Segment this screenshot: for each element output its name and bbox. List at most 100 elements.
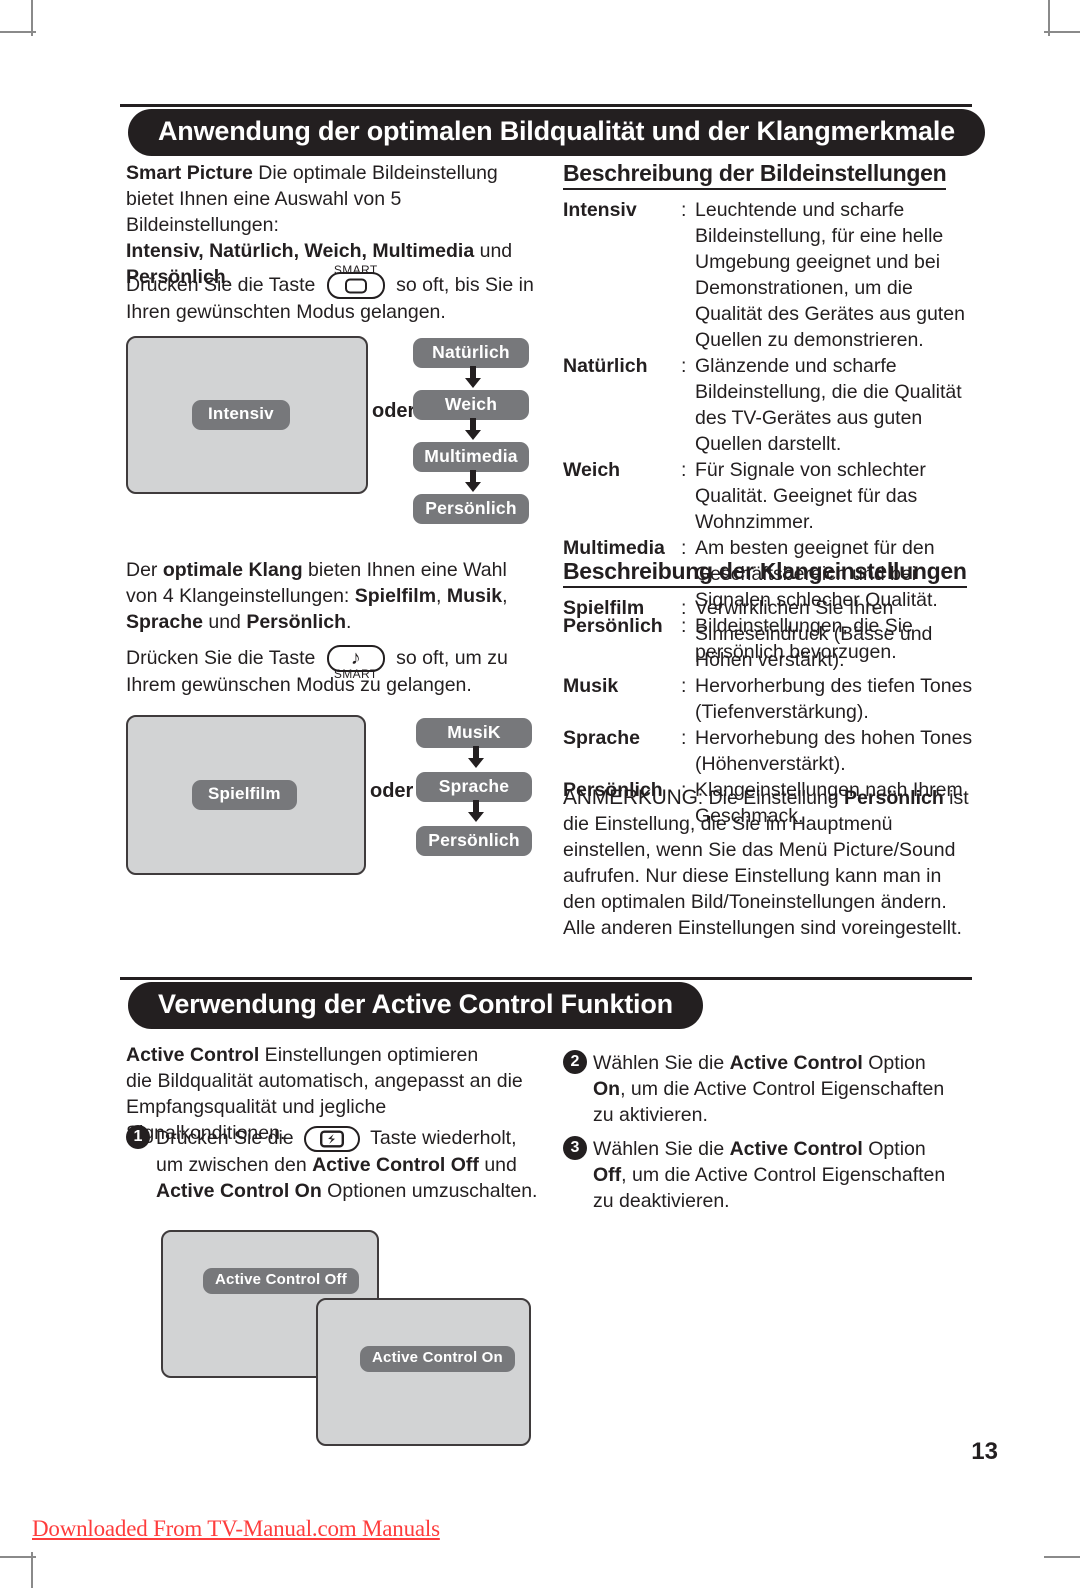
smart-sound-press-instruction: Drücken Sie die Taste ♪ SMART so oft, um… [126,645,546,698]
step1-option-off: Active Control Off [312,1153,479,1176]
smart-sound-key[interactable]: ♪ SMART [326,645,385,681]
active-control-step-1: 1 Drücken Sie die Taste wiederholt, um z… [126,1125,551,1204]
active-control-step-3: 3 Wählen Sie die Active Control Option O… [563,1136,983,1214]
crop-mark-bottom-right-horizontal [1044,1556,1080,1558]
sound-mode-persoenlich: Persönlich [246,611,347,633]
tv-screen-active-control-on: Active Control On [316,1298,531,1446]
step-number-2: 2 [563,1050,587,1074]
sound-intro-line2-a: von 4 Klangeinstellungen: [126,585,355,607]
note-label: ANMERKUNG [563,786,698,809]
osd-badge-active-control-on: Active Control On [360,1346,515,1372]
flow-badge-weich: Weich [413,390,529,421]
step1-l2-a: um zwischen den [156,1153,313,1176]
press-key-text-before: Drücken Sie die Taste [126,274,316,296]
osd-badge-active-control-off: Active Control Off [203,1268,359,1294]
or-label-picture: oder [372,400,416,422]
term-intensiv: Intensiv [563,199,637,221]
desc-spielfilm: Verwirklichen Sie Ihren Sinneseindruck (… [695,597,933,671]
step3-bold: Active Control [729,1138,863,1160]
sound-mode-sprache: Sprache [126,611,203,633]
sound-mode-musik: Musik [446,585,503,607]
definition-row: Intensiv : Leuchtende und scharfe Bildei… [563,197,975,353]
sound-settings-heading: Beschreibung der Klangeinstellungen [563,557,967,588]
term-natuerlich: Natürlich [563,355,648,377]
crop-mark-top-left-horizontal [0,31,36,33]
step2-bold: Active Control [729,1052,863,1074]
colon: : [681,199,687,221]
flow-badge-sprache: Sprache [416,772,532,803]
definition-row: Weich : Für Signale von schlechter Quali… [563,457,975,535]
sound-intro-line3-mid: und [202,611,247,633]
step3-text-b: Option [862,1138,926,1160]
step1-text-b: Taste wiederholt, [370,1127,517,1149]
banner-rule [120,104,972,107]
sound-press-before: Drücken Sie die Taste [126,647,316,669]
arrow-down-icon [468,800,484,822]
smart-picture-key[interactable]: SMART [326,263,385,300]
flow-badge-naturlich: Natürlich [413,338,529,369]
flow-badge-musik: MusiK [416,718,532,749]
sound-intro-sep: , [436,585,447,607]
term-spielfilm: Spielfilm [563,597,645,619]
step2-text-a: Wählen Sie die [593,1052,730,1074]
section-title-picture-sound: Anwendung der optimalen Bildqualität und… [128,109,985,157]
step2-l3: zu aktivieren. [593,1104,708,1126]
smart-picture-line2: bietet Ihnen eine Auswahl von 5 Bildeins… [126,188,402,236]
definition-row: Natürlich : Glänzende und scharfe Bildei… [563,353,975,457]
active-control-step-2: 2 Wählen Sie die Active Control Option O… [563,1050,983,1128]
desc-musik: Hervorherbung des tiefen Tones (Tiefenve… [695,675,973,723]
step1-l3-b: Optionen umzuschalten. [321,1179,538,1202]
desc-sprache: Hervorhebung des hohen Tones (Höhenverst… [695,727,973,775]
colon: : [681,459,687,481]
step1-l2-b: und [478,1153,517,1176]
crop-mark-bottom-left-horizontal [0,1556,36,1558]
sound-intro-b: bieten Ihnen eine Wahl [302,559,507,581]
manual-page: Anwendung der optimalen Bildqualität und… [0,0,1080,1588]
step3-l3: zu deaktivieren. [593,1190,730,1212]
osd-badge-intensiv: Intensiv [192,400,290,430]
step3-text-a: Wählen Sie die [593,1138,730,1160]
download-source-note[interactable]: Downloaded From TV-Manual.com Manuals [32,1516,440,1542]
banner-rule [120,977,972,980]
term-musik: Musik [563,675,619,697]
definition-row: Musik : Hervorherbung des tiefen Tones (… [563,673,975,725]
smart-picture-line1: Die optimale Bildeinstellung [252,162,498,184]
term-sprache: Sprache [563,727,640,749]
colon: : [681,597,687,619]
crop-mark-top-right-horizontal [1044,31,1080,33]
colon: : [681,675,687,697]
tv-screen-picture-mode: Intensiv [126,336,368,494]
step1-option-on: Active Control On [156,1179,322,1202]
section-title-active-control: Verwendung der Active Control Funktion [128,982,703,1030]
sound-intro-line2-end: , [502,585,508,607]
arrow-down-icon [465,470,481,492]
sound-press-after: so oft, um zu [396,647,508,669]
flow-badge-persoenlich-sound: Persönlich [416,826,532,857]
colon: : [681,355,687,377]
colon: : [681,727,687,749]
desc-natuerlich: Glänzende und scharfe Bildeinstellung, d… [695,355,962,455]
step2-text-b: Option [862,1052,926,1074]
page-number: 13 [971,1438,998,1465]
step2-option-on: On [593,1078,621,1100]
desc-weich: Für Signale von schlechter Qualität. Gee… [695,459,926,533]
smart-picture-press-instruction: Drücken Sie die Taste SMART so oft, bis … [126,263,546,325]
sound-intro-line3-end: . [346,611,352,633]
arrow-down-icon [465,418,481,440]
note-bold: Persönlich [844,787,944,809]
arrow-down-icon [465,366,481,388]
smart-picture-modes: Intensiv, Natürlich, Weich, Multimedia [126,240,475,262]
press-key-text-after: so oft, bis Sie in [396,274,534,296]
active-control-lead: Active Control [126,1044,260,1066]
active-control-key[interactable] [304,1125,361,1152]
tv-screen-sound-mode: Spielfilm [126,715,366,875]
picture-settings-heading: Beschreibung der Bildeinstellungen [563,159,947,190]
note-block: ANMERKUNG: Die Einstellung Persönlich is… [563,785,975,941]
desc-intensiv: Leuchtende und scharfe Bildeinstellung, … [695,199,965,351]
definition-row: Sprache : Hervorhebung des hohen Tones (… [563,725,975,777]
smart-sound-key-label: SMART [333,667,378,682]
smart-sound-intro: Der optimale Klang bieten Ihnen eine Wah… [126,557,546,635]
term-weich: Weich [563,459,621,481]
or-label-sound: oder [370,780,414,802]
arrow-down-icon [468,746,484,768]
